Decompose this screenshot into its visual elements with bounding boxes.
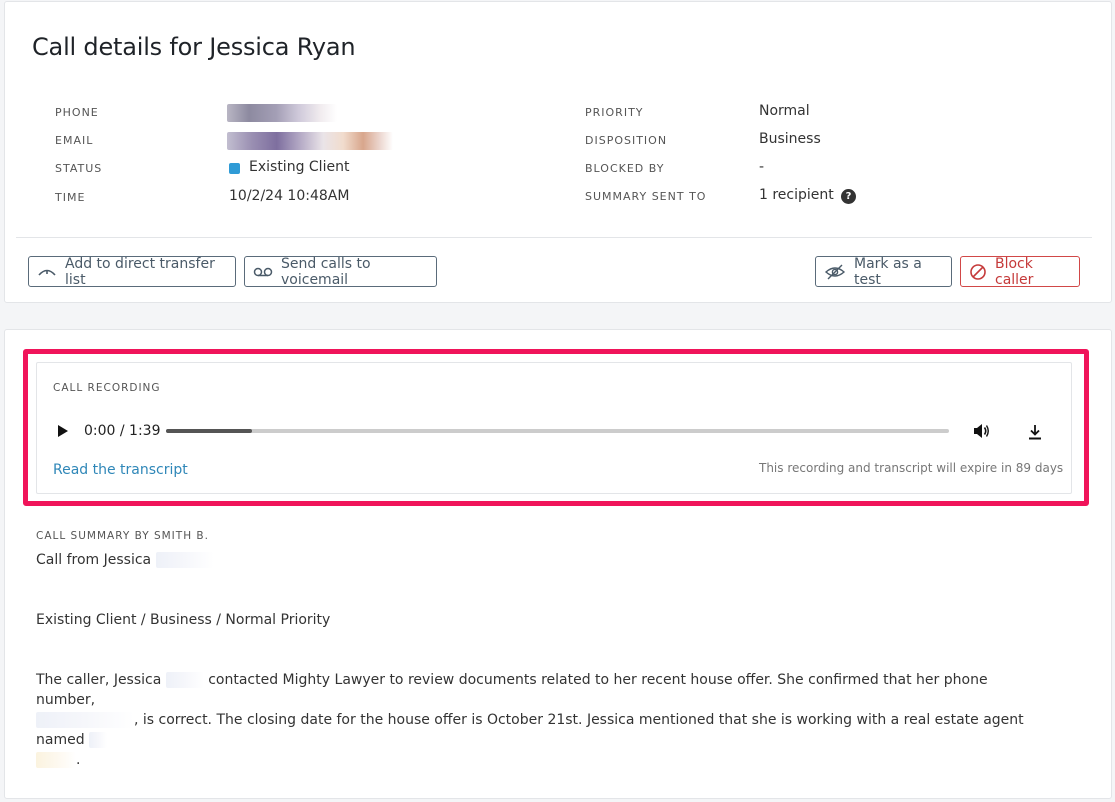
summary-paragraph: The caller, Jessica contacted Mighty Law… <box>36 670 1046 770</box>
phone-value-redacted <box>227 104 337 122</box>
player-time: 0:00 / 1:39 <box>84 423 161 439</box>
summary-para-start: The caller, Jessica <box>36 672 162 688</box>
blocked-by-label: BLOCKED BY <box>585 162 665 175</box>
seek-bar[interactable] <box>166 429 949 433</box>
status-color-swatch <box>229 163 240 174</box>
summary-para-end: . <box>76 752 81 768</box>
block-icon <box>970 263 986 280</box>
redacted-last-name <box>155 552 214 568</box>
send-to-voicemail-button[interactable]: Send calls to voicemail <box>244 255 437 288</box>
mark-as-test-label: Mark as a test <box>854 255 922 288</box>
help-icon[interactable]: ? <box>841 189 856 204</box>
expiry-note: This recording and transcript will expir… <box>759 461 1064 475</box>
summary-sent-to-value: 1 recipient <box>759 187 834 203</box>
priority-label: PRIORITY <box>585 106 644 119</box>
call-summary-heading: CALL SUMMARY BY SMITH B. <box>36 530 209 542</box>
email-value-redacted <box>227 132 393 150</box>
voicemail-icon <box>253 267 273 276</box>
summary-classification: Existing Client / Business / Normal Prio… <box>36 612 331 628</box>
time-value: 10/2/24 10:48AM <box>229 188 350 204</box>
summary-line-caller: Call from Jessica <box>36 550 214 570</box>
redacted-phone <box>36 712 134 728</box>
page-title: Call details for Jessica Ryan <box>32 33 356 61</box>
block-caller-button[interactable]: Block caller <box>960 255 1080 288</box>
time-label: TIME <box>55 191 86 204</box>
play-icon[interactable] <box>57 424 69 438</box>
divider <box>16 237 1092 238</box>
seek-bar-progress <box>166 429 253 433</box>
read-transcript-link[interactable]: Read the transcript <box>53 462 188 478</box>
mark-as-test-button[interactable]: Mark as a test <box>815 255 952 288</box>
phone-label: PHONE <box>55 106 99 119</box>
summary-para-cont: , is correct. The closing date for the h… <box>36 712 1024 748</box>
eye-off-icon <box>824 264 846 279</box>
transfer-icon <box>38 269 56 276</box>
redacted-agent-name <box>89 732 108 748</box>
disposition-value: Business <box>759 131 821 147</box>
send-to-voicemail-label: Send calls to voicemail <box>281 255 371 288</box>
summary-sent-to-label: SUMMARY SENT TO <box>585 190 707 203</box>
block-caller-label: Block caller <box>995 255 1034 288</box>
blocked-by-value: - <box>759 159 765 175</box>
add-to-direct-transfer-button[interactable]: Add to direct transfer list <box>28 255 236 288</box>
disposition-label: DISPOSITION <box>585 134 668 147</box>
volume-icon[interactable] <box>972 422 990 440</box>
email-label: EMAIL <box>55 134 94 147</box>
download-icon[interactable] <box>1027 424 1043 440</box>
priority-value: Normal <box>759 103 810 119</box>
call-recording-heading: CALL RECORDING <box>53 382 161 394</box>
redacted-name <box>165 672 204 688</box>
status-label: STATUS <box>55 162 103 175</box>
add-to-direct-transfer-label: Add to direct transfer list <box>65 255 215 288</box>
summary-caller-text: Call from Jessica <box>36 552 152 568</box>
status-value: Existing Client <box>249 159 350 175</box>
redacted-agent-surname <box>36 752 76 768</box>
